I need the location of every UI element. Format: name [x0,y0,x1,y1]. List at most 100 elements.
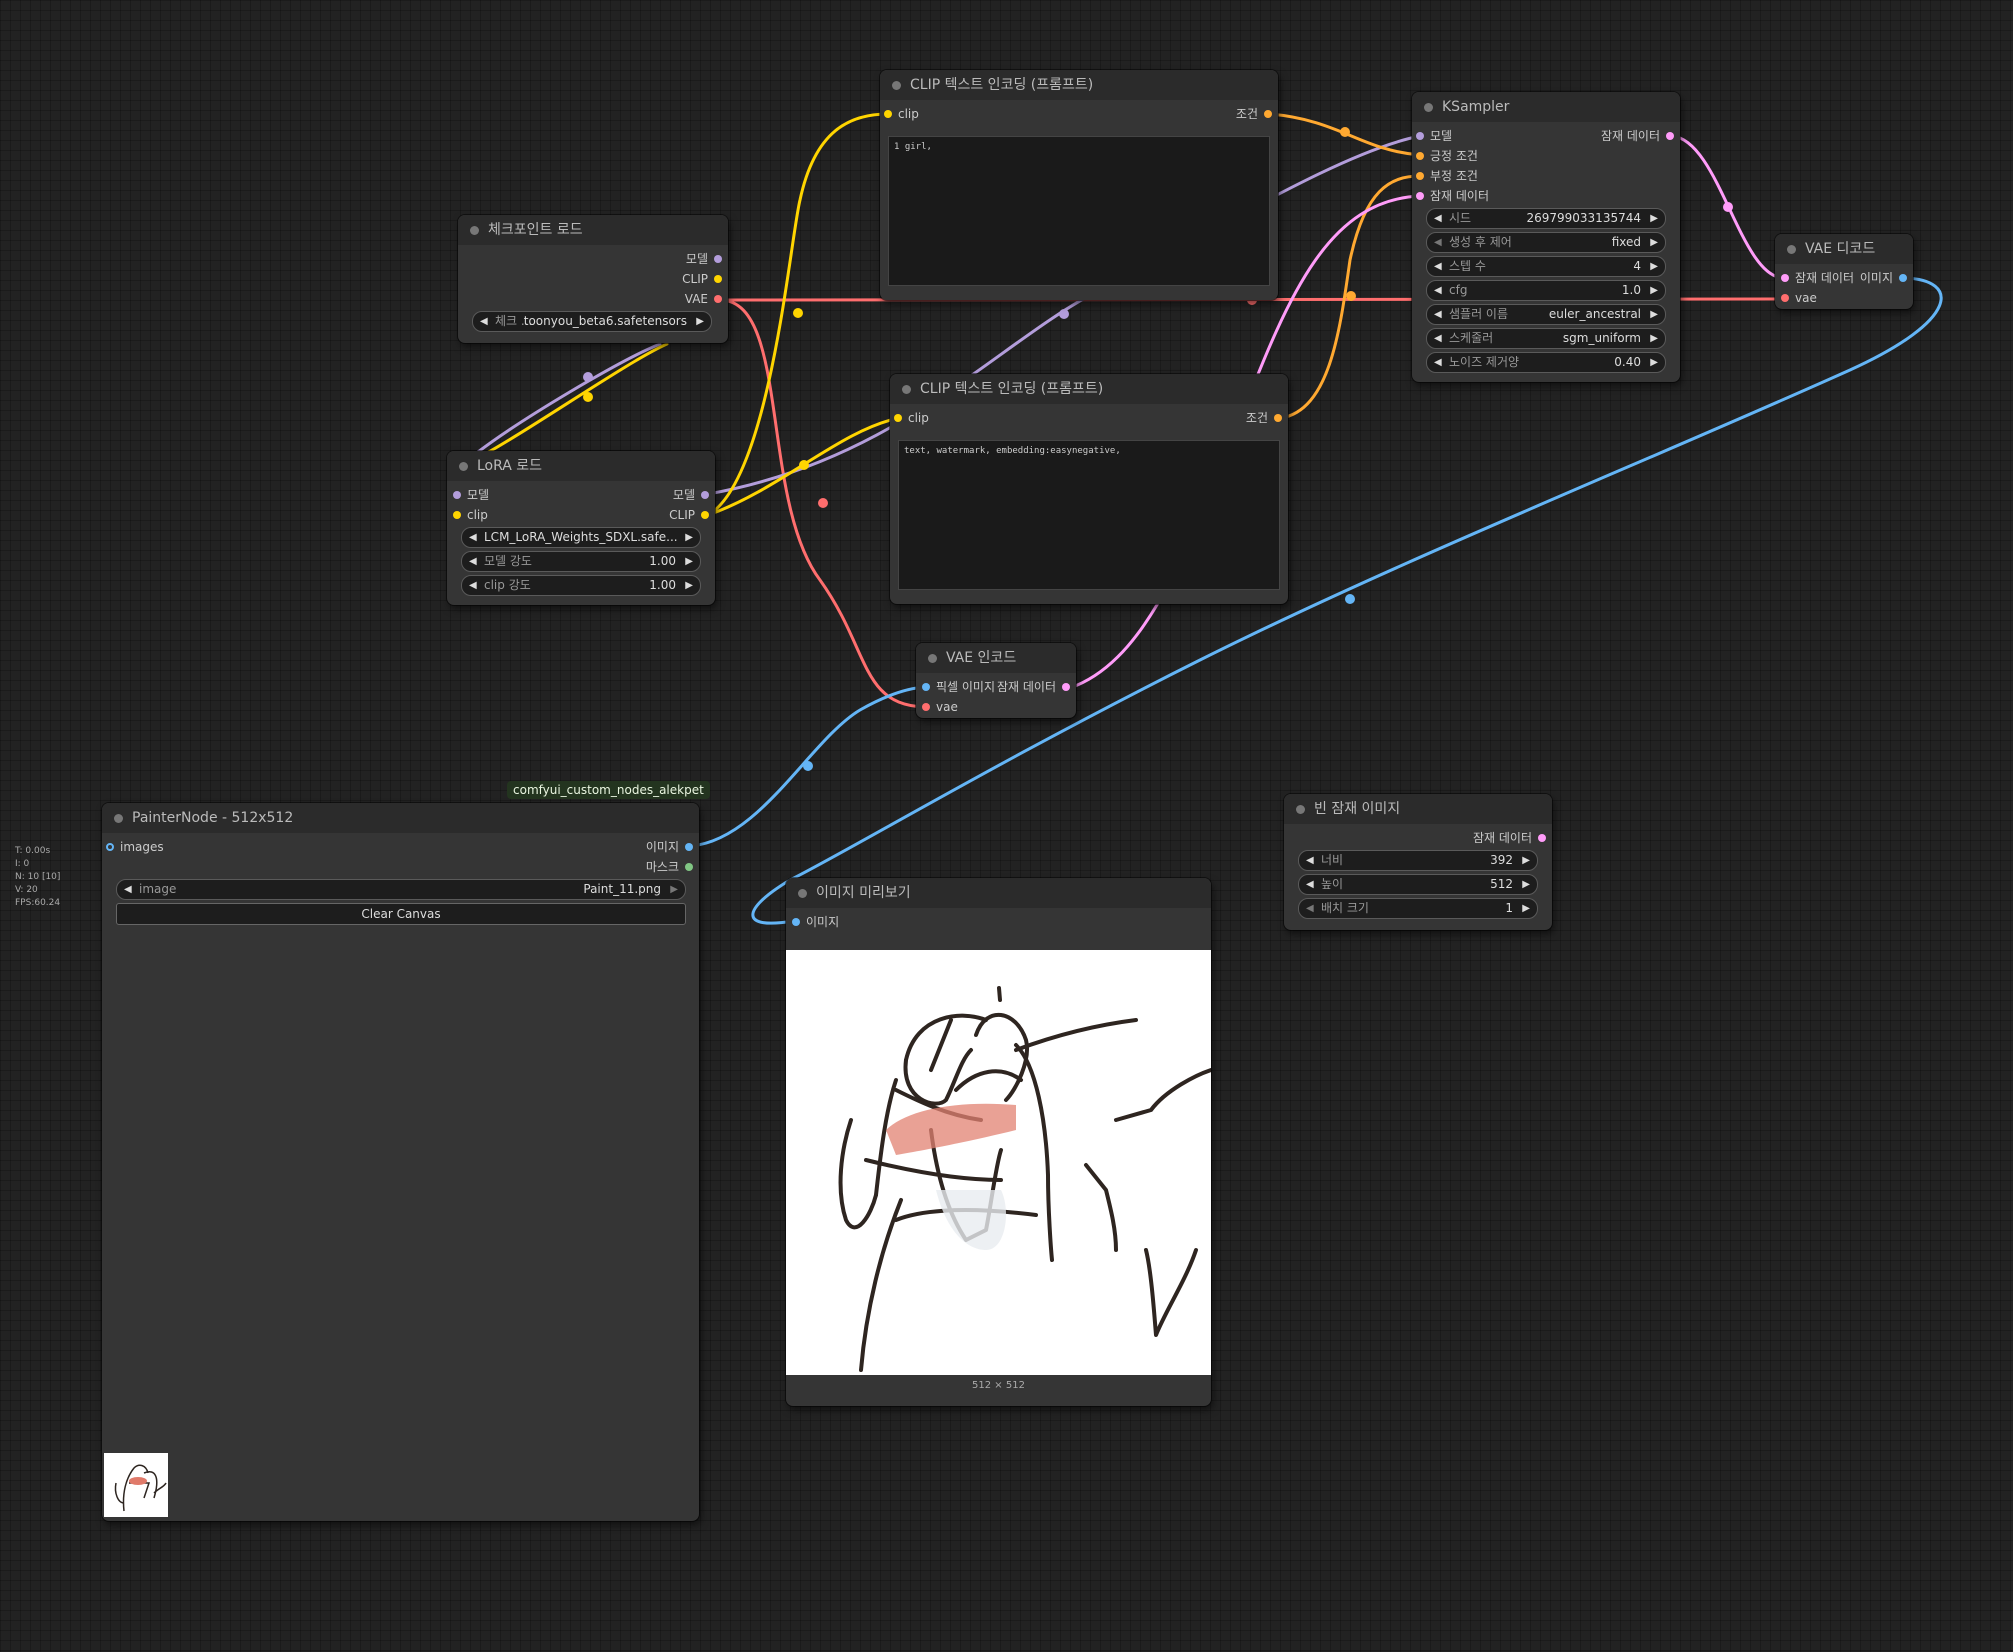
input-slot-dot-icon[interactable] [106,843,114,851]
output-slot-dot-icon[interactable] [701,491,709,499]
increment-arrow-icon[interactable]: ▶ [1650,257,1658,276]
lora-loader-node[interactable]: LoRA 로드 모델 모델 clip CLIP ◀ LCM_LoRA_Weight… [447,451,715,605]
node-title-bar[interactable]: CLIP 텍스트 인코딩 (프롬프트) [880,70,1278,100]
input-slot-dot-icon[interactable] [1416,192,1424,200]
increment-arrow-icon[interactable]: ▶ [670,880,678,899]
node-title-bar[interactable]: 체크포인트 로드 [458,215,728,245]
checkpoint-name-widget[interactable]: ◀ 체크 ... toonyou_beta6.safetensors ▶ [472,311,712,332]
output-mask[interactable]: 마스크 [646,859,693,875]
input-vae[interactable]: vae [922,699,958,715]
node-title-bar[interactable]: LoRA 로드 [447,451,715,481]
increment-arrow-icon[interactable]: ▶ [685,528,693,547]
width-widget[interactable]: ◀ 너비 392 ▶ [1298,850,1538,871]
output-slot-dot-icon[interactable] [685,863,693,871]
reroute-dot[interactable] [1345,594,1355,604]
input-latent[interactable]: 잠재 데이터 [1781,270,1854,286]
decrement-arrow-icon[interactable]: ◀ [1434,209,1442,228]
increment-arrow-icon[interactable]: ▶ [685,552,693,571]
lora-name-widget[interactable]: ◀ LCM_LoRA_Weights_SDXL.safe... ▶ [461,527,701,548]
increment-arrow-icon[interactable]: ▶ [1522,899,1530,918]
reroute-dot[interactable] [803,761,813,771]
preview-image-node[interactable]: 이미지 미리보기 이미지 512 × 512 [786,878,1213,1406]
output-slot-dot-icon[interactable] [714,255,722,263]
output-latent[interactable]: 잠재 데이터 [997,679,1070,695]
increment-arrow-icon[interactable]: ▶ [696,312,704,331]
prompt-textarea[interactable]: text, watermark, embedding:easynegative, [898,440,1280,590]
node-title-bar[interactable]: CLIP 텍스트 인코딩 (프롬프트) [890,374,1288,404]
reroute-dot[interactable] [1723,202,1733,212]
output-slot-dot-icon[interactable] [714,295,722,303]
input-slot-dot-icon[interactable] [1416,132,1424,140]
input-clip[interactable]: clip [884,106,919,122]
node-title-bar[interactable]: VAE 인코드 [916,643,1076,673]
output-vae[interactable]: VAE [685,291,722,307]
output-conditioning[interactable]: 조건 [1246,410,1282,426]
reroute-dot[interactable] [1059,309,1069,319]
input-slot-dot-icon[interactable] [894,414,902,422]
scheduler-widget[interactable]: ◀ 스케줄러 sgm_uniform ▶ [1426,328,1666,349]
input-pixels[interactable]: 픽셀 이미지 [922,679,995,695]
node-title-bar[interactable]: KSampler [1412,92,1680,122]
input-slot-dot-icon[interactable] [453,511,461,519]
checkpoint-loader-node[interactable]: 체크포인트 로드 모델 CLIP VAE ◀ 체크 ... toonyou_beta… [458,215,728,343]
collapse-dot-icon[interactable] [470,226,479,235]
decrement-arrow-icon[interactable]: ◀ [1434,233,1442,252]
reroute-dot[interactable] [818,498,828,508]
collapse-dot-icon[interactable] [1787,245,1796,254]
output-slot-dot-icon[interactable] [1264,110,1272,118]
output-clip[interactable]: CLIP [682,271,722,287]
decrement-arrow-icon[interactable]: ◀ [124,880,132,899]
output-model[interactable]: 모델 [673,487,709,503]
output-slot-dot-icon[interactable] [714,275,722,283]
control-after-generate-widget[interactable]: ◀ 생성 후 제어 fixed ▶ [1426,232,1666,253]
output-slot-dot-icon[interactable] [1062,683,1070,691]
increment-arrow-icon[interactable]: ▶ [1650,281,1658,300]
decrement-arrow-icon[interactable]: ◀ [469,528,477,547]
height-widget[interactable]: ◀ 높이 512 ▶ [1298,874,1538,895]
input-slot-dot-icon[interactable] [792,918,800,926]
increment-arrow-icon[interactable]: ▶ [1650,353,1658,372]
node-title-bar[interactable]: PainterNode - 512x512 [102,803,699,833]
output-clip[interactable]: CLIP [669,507,709,523]
increment-arrow-icon[interactable]: ▶ [1522,875,1530,894]
decrement-arrow-icon[interactable]: ◀ [1434,257,1442,276]
ksampler-node[interactable]: KSampler 모델 잠재 데이터 긍정 조건 부정 조건 잠재 데이터 ◀ 시… [1412,92,1680,382]
collapse-dot-icon[interactable] [798,889,807,898]
decrement-arrow-icon[interactable]: ◀ [1434,329,1442,348]
reroute-dot[interactable] [799,460,809,470]
reroute-dot[interactable] [1346,291,1356,301]
input-slot-dot-icon[interactable] [1416,172,1424,180]
output-latent[interactable]: 잠재 데이터 [1601,128,1674,144]
strength-model-widget[interactable]: ◀ 모델 강도 1.00 ▶ [461,551,701,572]
decrement-arrow-icon[interactable]: ◀ [480,312,488,331]
batch-size-widget[interactable]: ◀ 배치 크기 1 ▶ [1298,898,1538,919]
collapse-dot-icon[interactable] [1424,103,1433,112]
decrement-arrow-icon[interactable]: ◀ [1306,875,1314,894]
denoise-widget[interactable]: ◀ 노이즈 제거양 0.40 ▶ [1426,352,1666,373]
reroute-dot[interactable] [583,372,593,382]
painter-node[interactable]: PainterNode - 512x512 images 이미지 마스크 ◀ im… [102,803,699,1521]
clear-canvas-button[interactable]: Clear Canvas [116,903,686,925]
increment-arrow-icon[interactable]: ▶ [1522,851,1530,870]
node-title-bar[interactable]: VAE 디코드 [1775,234,1913,264]
input-negative[interactable]: 부정 조건 [1416,168,1478,184]
sampler-name-widget[interactable]: ◀ 샘플러 이름 euler_ancestral ▶ [1426,304,1666,325]
increment-arrow-icon[interactable]: ▶ [1650,329,1658,348]
input-positive[interactable]: 긍정 조건 [1416,148,1478,164]
increment-arrow-icon[interactable]: ▶ [1650,305,1658,324]
decrement-arrow-icon[interactable]: ◀ [1306,899,1314,918]
input-slot-dot-icon[interactable] [453,491,461,499]
image-select-widget[interactable]: ◀ image Paint_11.png ▶ [116,879,686,900]
output-slot-dot-icon[interactable] [701,511,709,519]
reroute-dot[interactable] [1340,127,1350,137]
decrement-arrow-icon[interactable]: ◀ [1434,305,1442,324]
increment-arrow-icon[interactable]: ▶ [1650,233,1658,252]
seed-widget[interactable]: ◀ 시드 269799033135744 ▶ [1426,208,1666,229]
input-latent[interactable]: 잠재 데이터 [1416,188,1489,204]
input-images[interactable]: images [106,839,164,855]
input-slot-dot-icon[interactable] [1781,274,1789,282]
input-clip[interactable]: clip [894,410,929,426]
output-conditioning[interactable]: 조건 [1236,106,1272,122]
clip-text-encode-positive-node[interactable]: CLIP 텍스트 인코딩 (프롬프트) clip 조건 1 girl, [880,70,1278,300]
input-clip[interactable]: clip [453,507,488,523]
